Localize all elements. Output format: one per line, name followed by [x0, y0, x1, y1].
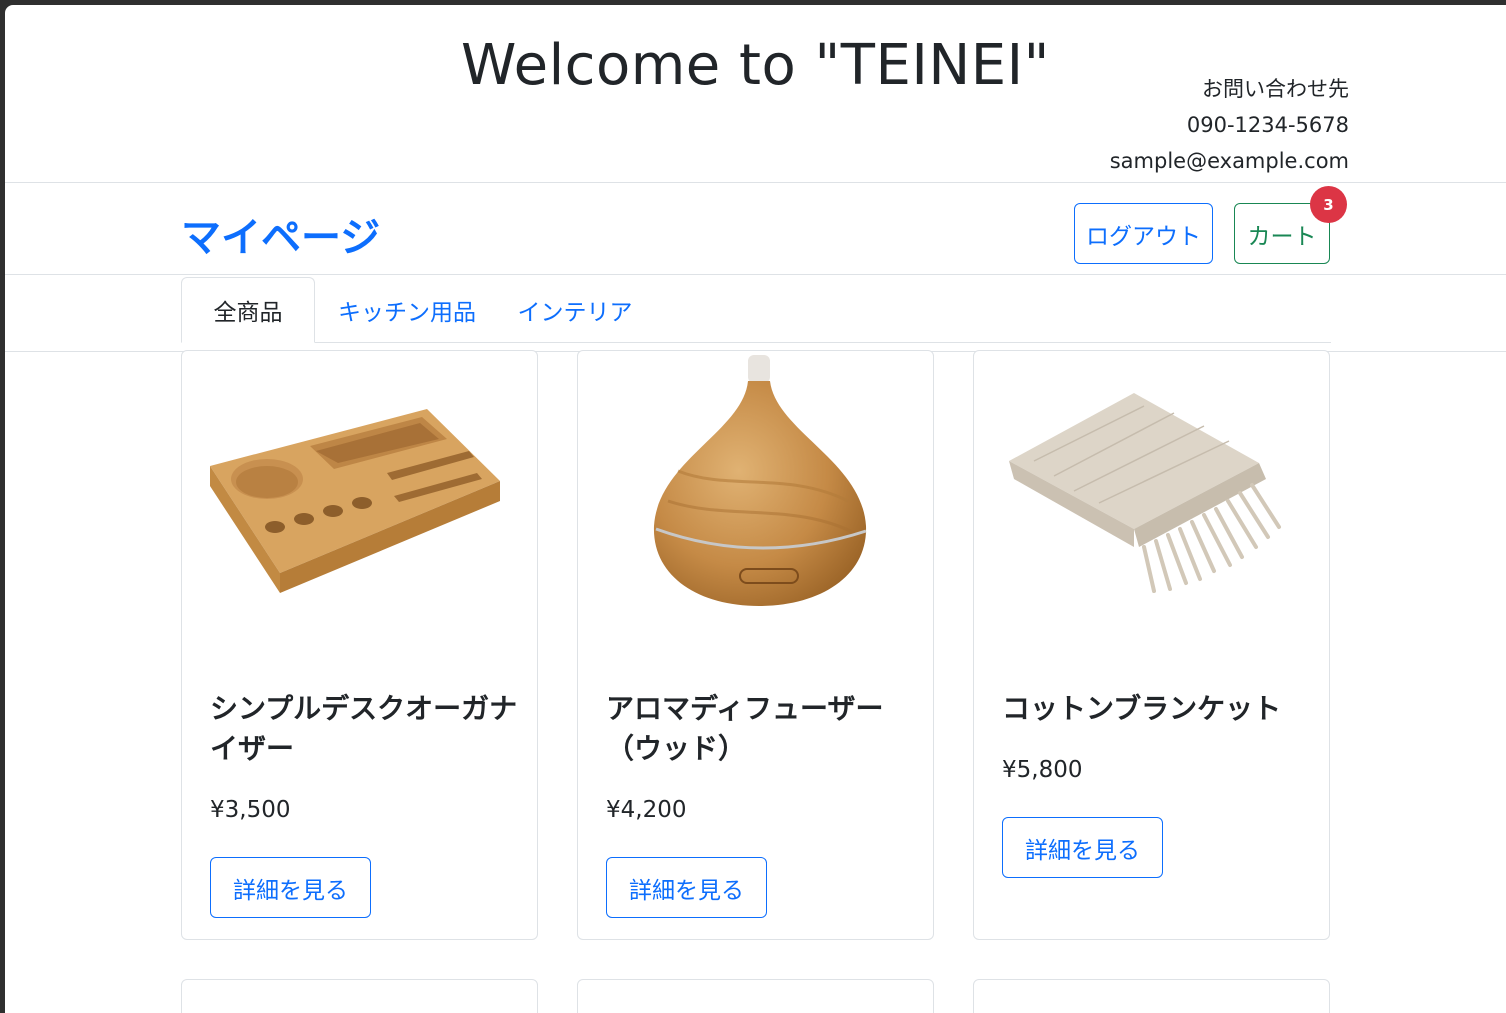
logout-button[interactable]: ログアウト — [1074, 203, 1213, 264]
product-card-partial — [181, 979, 538, 1013]
product-card: アロマディフューザー（ウッド） ¥4,200 詳細を見る — [577, 350, 934, 940]
navbar: マイページ ログアウト カート 3 — [5, 183, 1506, 275]
contact-info: お問い合わせ先 090-1234-5678 sample@example.com — [1110, 71, 1349, 179]
category-tabs: 全商品 キッチン用品 インテリア — [5, 275, 1506, 352]
contact-phone: 090-1234-5678 — [1186, 113, 1349, 137]
view-details-button[interactable]: 詳細を見る — [606, 857, 767, 918]
product-name: コットンブランケット — [1002, 692, 1282, 725]
product-price: ¥5,800 — [1002, 757, 1083, 783]
contact-email: sample@example.com — [1109, 149, 1349, 173]
product-image-desk-organizer — [182, 351, 537, 651]
view-details-button[interactable]: 詳細を見る — [1002, 817, 1163, 878]
view-details-button[interactable]: 詳細を見る — [210, 857, 371, 918]
tab-kitchen[interactable]: キッチン用品 — [327, 277, 487, 343]
cart-count-badge: 3 — [1310, 186, 1347, 223]
product-card: コットンブランケット ¥5,800 詳細を見る — [973, 350, 1330, 940]
product-card-partial — [973, 979, 1330, 1013]
tab-all-products[interactable]: 全商品 — [181, 277, 315, 343]
contact-label: お問い合わせ先 — [1202, 77, 1349, 101]
browser-window: Welcome to "TEINEI" お問い合わせ先 090-1234-567… — [5, 5, 1506, 1013]
tab-interior[interactable]: インテリア — [510, 277, 640, 343]
product-price: ¥4,200 — [606, 797, 687, 823]
product-image-cotton-blanket — [974, 351, 1329, 651]
product-name: シンプルデスクオーガナイザー — [210, 692, 518, 765]
product-card: シンプルデスクオーガナイザー ¥3,500 詳細を見る — [181, 350, 538, 940]
product-name: アロマディフューザー（ウッド） — [606, 692, 884, 765]
site-header: Welcome to "TEINEI" お問い合わせ先 090-1234-567… — [5, 5, 1506, 183]
product-card-partial — [577, 979, 934, 1013]
product-image-aroma-diffuser — [578, 351, 933, 651]
mypage-brand-link[interactable]: マイページ — [181, 205, 380, 263]
product-price: ¥3,500 — [210, 797, 291, 823]
